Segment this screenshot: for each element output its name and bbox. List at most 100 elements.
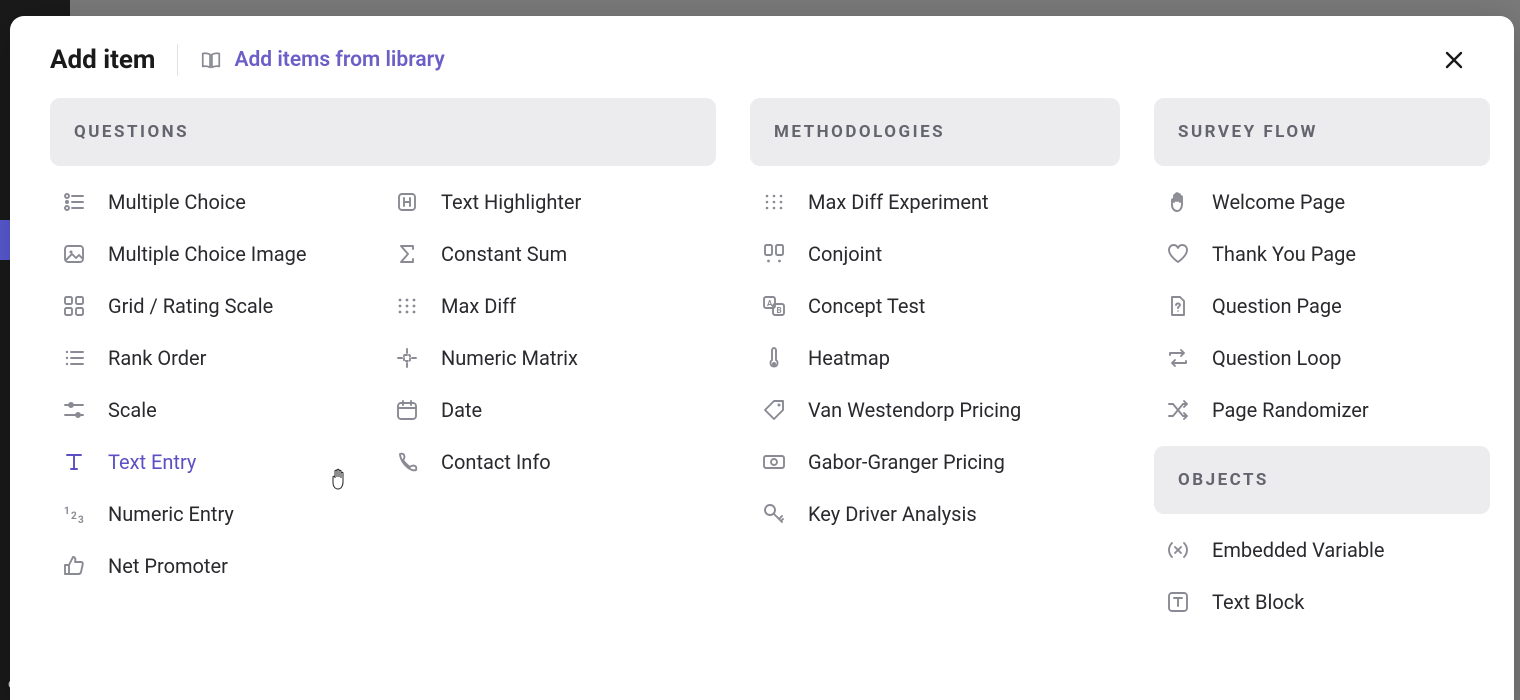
objects-header: OBJECTS bbox=[1154, 446, 1490, 514]
ab-test-icon: A B bbox=[762, 294, 786, 318]
svg-text:3: 3 bbox=[78, 515, 84, 526]
item-label: Concept Test bbox=[808, 294, 925, 318]
item-label: Constant Sum bbox=[441, 242, 567, 266]
item-label: Van Westendorp Pricing bbox=[808, 398, 1021, 422]
svg-text:1: 1 bbox=[64, 506, 70, 517]
highlight-h-icon bbox=[395, 190, 419, 214]
grid-icon bbox=[62, 294, 86, 318]
text-icon bbox=[62, 450, 86, 474]
item-date[interactable]: Date bbox=[383, 384, 716, 436]
item-grid-rating-scale[interactable]: Grid / Rating Scale bbox=[50, 280, 383, 332]
item-label: Welcome Page bbox=[1212, 190, 1345, 214]
ordered-list-icon bbox=[62, 346, 86, 370]
item-net-promoter[interactable]: Net Promoter bbox=[50, 540, 383, 592]
item-van-westendorp[interactable]: Van Westendorp Pricing bbox=[750, 384, 1120, 436]
item-label: Date bbox=[441, 398, 482, 422]
text-block-icon bbox=[1166, 590, 1190, 614]
item-rank-order[interactable]: Rank Order bbox=[50, 332, 383, 384]
methodologies-header: METHODOLOGIES bbox=[750, 98, 1120, 166]
item-label: Max Diff Experiment bbox=[808, 190, 989, 214]
dot-grid-small-icon bbox=[762, 190, 786, 214]
matrix-icon bbox=[395, 346, 419, 370]
item-question-page[interactable]: Question Page bbox=[1154, 280, 1490, 332]
item-label: Max Diff bbox=[441, 294, 516, 318]
divider bbox=[177, 44, 178, 76]
add-items-from-library-link[interactable]: Add items from library bbox=[200, 48, 444, 72]
svg-text:2: 2 bbox=[71, 511, 77, 522]
item-label: Key Driver Analysis bbox=[808, 502, 977, 526]
calendar-icon bbox=[395, 398, 419, 422]
survey-flow-column: SURVEY FLOW Welcome Page Thank You Page bbox=[1154, 98, 1490, 628]
loop-icon bbox=[1166, 346, 1190, 370]
item-label: Embedded Variable bbox=[1212, 538, 1385, 562]
item-question-loop[interactable]: Question Loop bbox=[1154, 332, 1490, 384]
item-label: Gabor-Granger Pricing bbox=[808, 450, 1005, 474]
modal-header: Add item Add items from library bbox=[10, 16, 1514, 98]
item-label: Text Block bbox=[1212, 590, 1304, 614]
item-multiple-choice-image[interactable]: Multiple Choice Image bbox=[50, 228, 383, 280]
item-heatmap[interactable]: Heatmap bbox=[750, 332, 1120, 384]
close-button[interactable] bbox=[1434, 40, 1474, 80]
item-label: Grid / Rating Scale bbox=[108, 294, 273, 318]
item-label: Conjoint bbox=[808, 242, 882, 266]
item-numeric-entry[interactable]: 1 2 3 Numeric Entry bbox=[50, 488, 383, 540]
item-label: Numeric Matrix bbox=[441, 346, 578, 370]
heart-icon bbox=[1166, 242, 1190, 266]
shuffle-icon bbox=[1166, 398, 1190, 422]
questions-subcol-2: Text Highlighter Constant Sum bbox=[383, 176, 716, 592]
item-max-diff[interactable]: Max Diff bbox=[383, 280, 716, 332]
sigma-icon bbox=[395, 242, 419, 266]
item-label: Text Highlighter bbox=[441, 190, 581, 214]
item-max-diff-experiment[interactable]: Max Diff Experiment bbox=[750, 176, 1120, 228]
book-open-icon bbox=[200, 49, 222, 71]
methodologies-column: METHODOLOGIES Max Diff Experiment Conjoi… bbox=[750, 98, 1120, 540]
item-conjoint[interactable]: Conjoint bbox=[750, 228, 1120, 280]
item-welcome-page[interactable]: Welcome Page bbox=[1154, 176, 1490, 228]
item-embedded-variable[interactable]: Embedded Variable bbox=[1154, 524, 1490, 576]
item-label: Numeric Entry bbox=[108, 502, 234, 526]
item-label: Net Promoter bbox=[108, 554, 228, 578]
item-label: Question Page bbox=[1212, 294, 1342, 318]
modal-body: QUESTIONS Multiple Choice bbox=[10, 98, 1514, 628]
item-text-block[interactable]: Text Block bbox=[1154, 576, 1490, 628]
file-question-icon bbox=[1166, 294, 1190, 318]
close-icon bbox=[1442, 48, 1466, 72]
cash-icon bbox=[762, 450, 786, 474]
item-gabor-granger[interactable]: Gabor-Granger Pricing bbox=[750, 436, 1120, 488]
dot-grid-icon bbox=[395, 294, 419, 318]
variable-icon bbox=[1166, 538, 1190, 562]
item-text-highlighter[interactable]: Text Highlighter bbox=[383, 176, 716, 228]
item-constant-sum[interactable]: Constant Sum bbox=[383, 228, 716, 280]
hand-wave-icon bbox=[1166, 190, 1190, 214]
radio-list-icon bbox=[62, 190, 86, 214]
modal-title: Add item bbox=[50, 45, 155, 75]
item-key-driver[interactable]: Key Driver Analysis bbox=[750, 488, 1120, 540]
item-label: Heatmap bbox=[808, 346, 890, 370]
item-text-entry[interactable]: Text Entry bbox=[50, 436, 383, 488]
item-concept-test[interactable]: A B Concept Test bbox=[750, 280, 1120, 332]
item-label: Multiple Choice bbox=[108, 190, 246, 214]
item-label: Multiple Choice Image bbox=[108, 242, 306, 266]
thermometer-icon bbox=[762, 346, 786, 370]
item-contact-info[interactable]: Contact Info bbox=[383, 436, 716, 488]
tag-icon bbox=[762, 398, 786, 422]
svg-text:B: B bbox=[777, 306, 782, 315]
survey-flow-header: SURVEY FLOW bbox=[1154, 98, 1490, 166]
item-label: Thank You Page bbox=[1212, 242, 1356, 266]
item-scale[interactable]: Scale bbox=[50, 384, 383, 436]
image-icon bbox=[62, 242, 86, 266]
item-numeric-matrix[interactable]: Numeric Matrix bbox=[383, 332, 716, 384]
library-link-label: Add items from library bbox=[234, 48, 444, 72]
questions-column: QUESTIONS Multiple Choice bbox=[50, 98, 716, 592]
item-multiple-choice[interactable]: Multiple Choice bbox=[50, 176, 383, 228]
key-icon bbox=[762, 502, 786, 526]
numbers-icon: 1 2 3 bbox=[62, 502, 86, 526]
item-label: Page Randomizer bbox=[1212, 398, 1369, 422]
thumbs-up-icon bbox=[62, 554, 86, 578]
item-page-randomizer[interactable]: Page Randomizer bbox=[1154, 384, 1490, 436]
item-label: Scale bbox=[108, 398, 157, 422]
item-label: Text Entry bbox=[108, 450, 196, 474]
item-thank-you-page[interactable]: Thank You Page bbox=[1154, 228, 1490, 280]
sliders-icon bbox=[62, 398, 86, 422]
questions-list: Multiple Choice Multiple Choice Image bbox=[50, 176, 716, 592]
